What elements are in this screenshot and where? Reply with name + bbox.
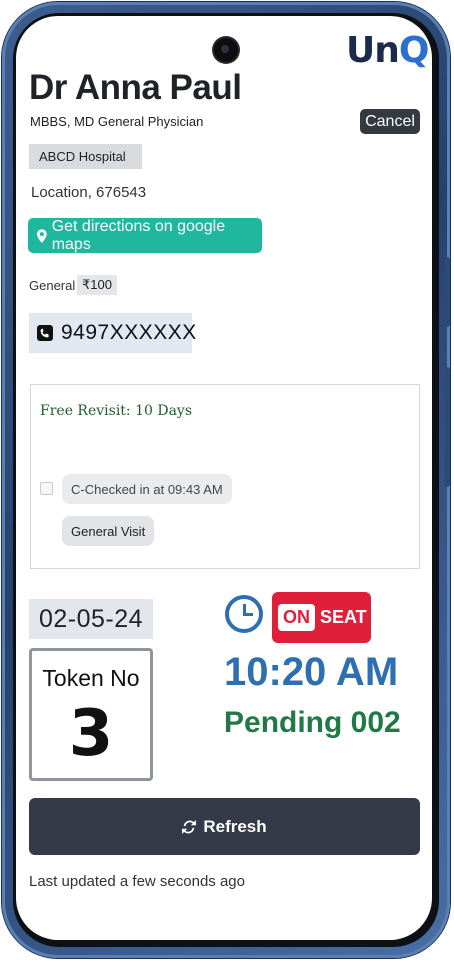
free-revisit-text: Free Revisit: 10 Days — [40, 403, 193, 419]
checked-in-pill: C-Checked in at 09:43 AM — [62, 474, 232, 504]
fee-amount: ₹100 — [77, 275, 117, 295]
token-card: Token No 3 — [29, 648, 153, 781]
power-button — [445, 367, 450, 487]
doctor-qualifications: MBBS, MD General Physician — [30, 114, 204, 129]
token-date: 02-05-24 — [29, 599, 153, 639]
visit-details-card: Free Revisit: 10 Days C-Checked in at 09… — [30, 384, 420, 569]
status-on-label: ON — [278, 604, 315, 631]
phone-number: 9497XXXXXX — [61, 321, 197, 344]
status-badge: ON SEAT — [272, 592, 371, 643]
map-pin-icon — [37, 228, 47, 243]
refresh-icon — [182, 819, 197, 834]
refresh-label: Refresh — [203, 816, 267, 836]
refresh-button[interactable]: Refresh — [29, 798, 420, 855]
volume-button — [445, 257, 450, 327]
status-seat-label: SEAT — [320, 607, 367, 627]
fee-label: General — [29, 278, 76, 293]
visit-type-pill: General Visit — [62, 516, 155, 546]
front-camera — [214, 38, 238, 62]
clock-icon — [225, 595, 263, 633]
token-number: 3 — [68, 697, 114, 771]
app-screen: UnQ Dr Anna Paul MBBS, MD General Physic… — [16, 16, 432, 940]
current-time: 10:20 AM — [224, 650, 399, 694]
phone-icon — [37, 325, 53, 341]
app-logo: UnQ — [346, 30, 430, 71]
hospital-badge: ABCD Hospital — [29, 144, 142, 169]
directions-label: Get directions on google maps — [51, 217, 226, 253]
phone-number-box[interactable]: 9497XXXXXX — [29, 313, 196, 353]
checked-in-checkbox[interactable] — [40, 482, 53, 495]
last-updated-text: Last updated a few seconds ago — [29, 873, 245, 890]
logo-accent-text: Q — [398, 30, 430, 71]
doctor-name: Dr Anna Paul — [29, 68, 242, 107]
logo-text: Un — [346, 30, 400, 71]
token-label: Token No — [42, 665, 140, 691]
pending-count: Pending 002 — [224, 706, 401, 739]
location-text: Location, 676543 — [31, 184, 147, 201]
cancel-button[interactable]: Cancel — [360, 109, 420, 134]
directions-button[interactable]: Get directions on google maps — [28, 218, 262, 253]
